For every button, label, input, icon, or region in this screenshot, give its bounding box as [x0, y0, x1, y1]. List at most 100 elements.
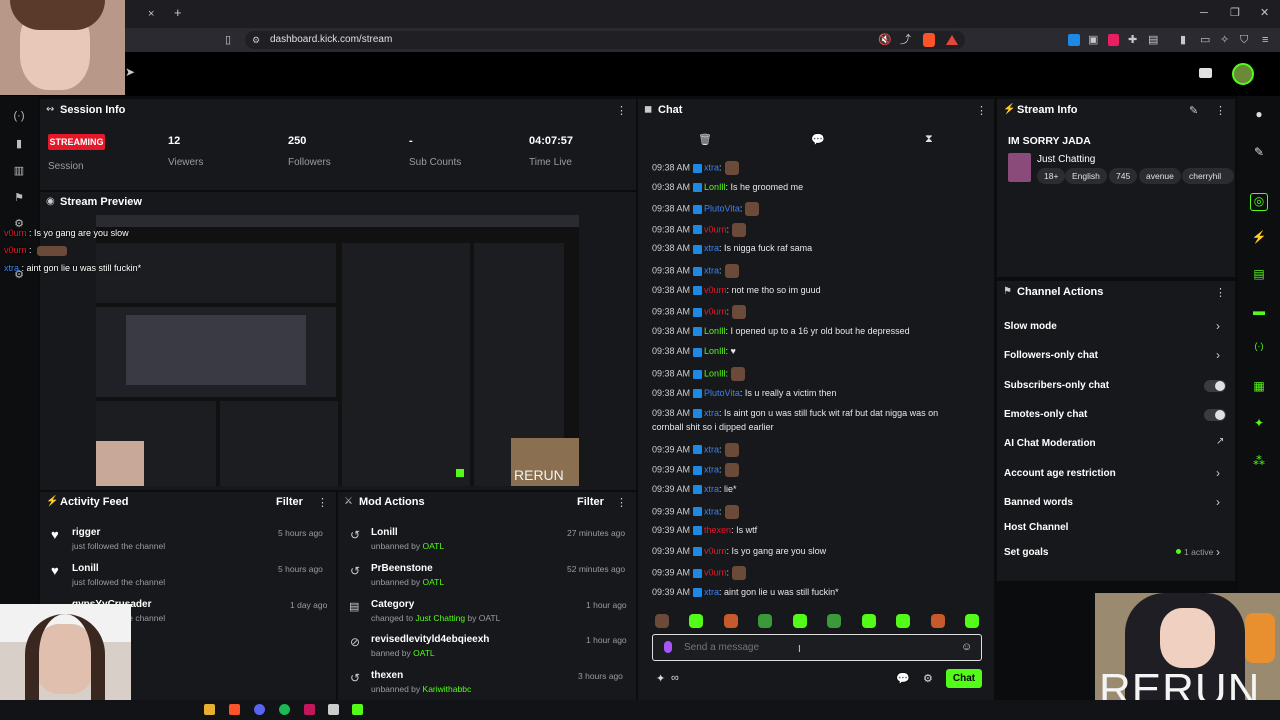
activity-menu-icon[interactable]: ⋮	[317, 496, 328, 509]
mute-icon[interactable]: 🔇	[878, 34, 892, 46]
points-icon[interactable]: ✦	[656, 672, 665, 685]
chat-username[interactable]: xtra	[704, 162, 719, 172]
taskbar-discord-icon[interactable]	[254, 704, 265, 715]
avatar[interactable]	[1232, 63, 1254, 85]
chat-username[interactable]: v0urn	[704, 307, 727, 317]
subscribers-only-toggle[interactable]	[1204, 380, 1226, 392]
chat-username[interactable]: xtra	[704, 444, 719, 454]
hourglass-icon[interactable]: ⧗	[925, 133, 933, 146]
emote[interactable]	[655, 614, 669, 628]
wallet-icon[interactable]: ▭	[1200, 34, 1210, 46]
emote[interactable]	[724, 614, 738, 628]
channel-action-ai-moderation[interactable]: AI Chat Moderation	[1004, 438, 1096, 449]
chat-username[interactable]: LonIll	[704, 346, 726, 356]
extension-download-icon[interactable]	[1068, 34, 1080, 46]
chat-username[interactable]: v0urn	[704, 568, 727, 578]
channel-action-followers-only[interactable]: Followers-only chat	[1004, 350, 1098, 361]
menu-icon[interactable]: ≡	[1262, 34, 1268, 46]
layout-icon[interactable]: ▦	[1250, 379, 1268, 397]
target-icon[interactable]: ◎	[1250, 193, 1268, 211]
share-icon[interactable]: ⤴	[900, 34, 911, 46]
wrench-icon[interactable]: ✦	[1250, 416, 1268, 434]
emotes-only-toggle[interactable]	[1204, 409, 1226, 421]
studio-icon[interactable]	[1199, 68, 1212, 78]
mod-item-name[interactable]: revisedlevityld4ebqieexh	[371, 634, 489, 645]
puzzle-icon[interactable]: ✚	[1128, 34, 1137, 46]
site-info-icon[interactable]: ⚙	[252, 34, 260, 46]
trash-icon[interactable]: 🗑	[698, 133, 712, 146]
edit-icon[interactable]: ✎	[1189, 104, 1198, 117]
message-icon[interactable]: ▬	[1250, 304, 1268, 322]
chat-bubble-icon[interactable]: 💬	[896, 672, 910, 685]
chat-username[interactable]: PlutoVita	[704, 388, 740, 398]
apps-icon[interactable]: ⁂	[1250, 454, 1268, 472]
chat-username[interactable]: LonIll	[704, 326, 726, 336]
radio-icon[interactable]: (·)	[1250, 341, 1268, 359]
send-chat-button[interactable]: Chat	[946, 669, 982, 688]
channel-action-subscribers-only[interactable]: Subscribers-only chat	[1004, 380, 1109, 391]
emote[interactable]	[965, 614, 979, 628]
pencil-icon[interactable]: ✎	[1250, 145, 1268, 163]
emote[interactable]	[896, 614, 910, 628]
chat-username[interactable]: xtra	[704, 506, 719, 516]
chat-username[interactable]: v0urn	[704, 224, 727, 234]
video-icon[interactable]: ▮	[11, 137, 27, 153]
brave-rewards-icon[interactable]	[946, 35, 958, 45]
extension-pink-icon[interactable]	[1108, 34, 1119, 46]
chevron-right-icon[interactable]: ›	[1216, 466, 1220, 480]
chevron-right-icon[interactable]: ›	[1216, 348, 1220, 362]
emote[interactable]	[827, 614, 841, 628]
channel-action-account-age[interactable]: Account age restriction	[1004, 468, 1116, 479]
chat-username[interactable]: LonIll	[704, 368, 726, 378]
stream-preview-video[interactable]: RERUN	[96, 215, 579, 486]
info-icon[interactable]: ●	[1250, 107, 1268, 125]
broadcast-icon[interactable]: (·)	[11, 110, 27, 126]
chat-bubble-icon[interactable]: 💬	[811, 133, 825, 146]
emoji-icon[interactable]: ☺	[961, 641, 972, 653]
community-icon[interactable]: ⚑	[11, 191, 27, 207]
stream-info-menu-icon[interactable]: ⋮	[1215, 104, 1226, 117]
channel-actions-menu-icon[interactable]: ⋮	[1215, 286, 1226, 299]
emote[interactable]	[689, 614, 703, 628]
chat-username[interactable]: v0urn	[704, 546, 727, 556]
chat-username[interactable]: xtra	[704, 408, 719, 418]
mod-item-name[interactable]: Lonill	[371, 527, 398, 538]
taskbar-app-icon[interactable]	[328, 704, 339, 715]
restore-icon[interactable]: ❐	[1230, 7, 1240, 19]
bookmark-icon[interactable]: ▯	[225, 34, 231, 46]
feed-item-name[interactable]: Lonill	[72, 563, 99, 574]
stats-icon[interactable]: ▥	[11, 164, 27, 180]
chat-username[interactable]: xtra	[704, 265, 719, 275]
taskbar-app-icon[interactable]	[304, 704, 315, 715]
document-icon[interactable]: ▤	[1250, 267, 1268, 285]
taskbar-spotify-icon[interactable]	[279, 704, 290, 715]
chat-username[interactable]: xtra	[704, 465, 719, 475]
emote[interactable]	[862, 614, 876, 628]
emote[interactable]	[793, 614, 807, 628]
sidebar-icon[interactable]: ▮	[1180, 34, 1186, 46]
chat-username[interactable]: xtra	[704, 243, 719, 253]
taskbar-files-icon[interactable]	[204, 704, 215, 715]
new-tab-icon[interactable]: +	[174, 6, 182, 19]
lightning-icon[interactable]: ⚡	[1250, 230, 1268, 248]
channel-action-host-channel[interactable]: Host Channel	[1004, 522, 1068, 533]
close-tab-icon[interactable]: ×	[148, 8, 154, 20]
chat-menu-icon[interactable]: ⋮	[976, 104, 987, 117]
session-menu-icon[interactable]: ⋮	[616, 104, 627, 117]
chat-username[interactable]: LonIll	[704, 182, 726, 192]
channel-action-set-goals[interactable]: Set goals	[1004, 547, 1048, 558]
channel-action-emotes-only[interactable]: Emotes-only chat	[1004, 409, 1087, 420]
mic-icon[interactable]	[664, 641, 672, 653]
chat-username[interactable]: xtra	[704, 484, 719, 494]
chat-username[interactable]: xtra	[704, 587, 719, 597]
mod-item-name[interactable]: PrBeenstone	[371, 563, 433, 574]
chat-username[interactable]: PlutoVita	[704, 204, 740, 214]
minimize-icon[interactable]: ─	[1200, 7, 1208, 19]
mod-item-name[interactable]: Category	[371, 599, 414, 610]
chevron-right-icon[interactable]: ›	[1216, 495, 1220, 509]
feed-item-name[interactable]: rigger	[72, 527, 100, 538]
channel-action-banned-words[interactable]: Banned words	[1004, 497, 1073, 508]
chat-input-field[interactable]	[684, 640, 944, 655]
mod-menu-icon[interactable]: ⋮	[616, 496, 627, 509]
channel-action-slow-mode[interactable]: Slow mode	[1004, 321, 1057, 332]
